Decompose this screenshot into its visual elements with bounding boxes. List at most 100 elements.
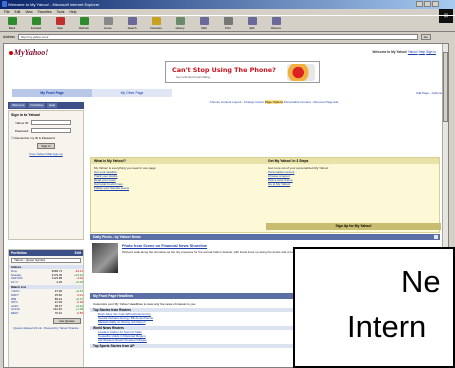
minimize-button[interactable]	[416, 1, 423, 7]
section-close-icon[interactable]	[434, 235, 438, 239]
back-arrow-icon	[7, 17, 17, 25]
quote-row: 10-Yr 4.26 +0.03	[11, 279, 83, 285]
toolbar-button-label: Edit	[249, 26, 255, 30]
favorites-icon	[151, 17, 161, 25]
subnav-left[interactable]: Choose Content Layout - Change Colors	[210, 100, 264, 104]
toolbar-button-label: History	[175, 26, 185, 30]
address-input[interactable]: http://my.yahoo.com/	[17, 34, 418, 40]
toolbar-button-label: Favorites	[150, 26, 162, 30]
ad-banner[interactable]: Can't Stop Using The Phone? Get unlimite…	[165, 61, 320, 83]
quote-sym[interactable]: 10-Yr	[11, 280, 38, 285]
portfolio-title: Portfolios	[11, 251, 27, 255]
overlay-line-2: Intern	[347, 309, 427, 344]
toolbar-button-label: Refresh	[79, 26, 89, 30]
search-icon	[127, 17, 137, 25]
signup-button[interactable]: Sign Up for My Yahoo!	[266, 223, 441, 230]
indices-label: Indices	[9, 265, 83, 269]
watchlist-table: YHOO 37.06 +0.51 MSFT 25.82 -0.11 IBM 89.24 +0.3…	[11, 290, 83, 315]
id-label: Yahoo! ID:	[15, 120, 29, 125]
toolbar-stop-button[interactable]: Stop	[52, 17, 68, 30]
toplink-signin[interactable]: Sign In	[426, 50, 436, 54]
toolbar-print-button[interactable]: Print	[220, 17, 236, 30]
remember-checkbox[interactable]: ☐ Remember my ID & Password	[11, 136, 81, 140]
left-tab-portfolios[interactable]: Portfolios	[28, 103, 45, 108]
get-quotes-button[interactable]: Get Quotes	[53, 317, 81, 324]
close-button[interactable]	[432, 1, 439, 7]
browser-toolbar: Back Forward Stop Refresh Home Search Favorite…	[0, 15, 455, 32]
left-tabs: Welcome Portfolios Help	[8, 102, 84, 109]
toolbar-discuss-button[interactable]: Discuss	[268, 17, 284, 30]
toplink-help[interactable]: Help	[419, 50, 426, 54]
toolbar-button-label: Forward	[30, 26, 42, 30]
whats-new-link[interactable]: Go to My Yahoo!	[268, 182, 436, 186]
portfolio-edit-link[interactable]: Edit	[75, 251, 81, 255]
toolbar-refresh-button[interactable]: Refresh	[76, 17, 92, 30]
quote-symbol-select[interactable]: Yahoo! - Quote Symbol	[11, 258, 81, 263]
refresh-icon	[79, 17, 89, 25]
toolbar-button-label: Back	[8, 26, 16, 30]
page-tabs: My Front Page My Other Page Add Page - O…	[12, 89, 442, 97]
news-section-title: My Front Page Headlines	[93, 294, 134, 298]
top-links: Welcome to My Yahoo! Yahoo! Help Sign In	[372, 50, 436, 54]
tab-other-page[interactable]: My Other Page	[92, 89, 172, 97]
remember-label: Remember my ID & Password	[14, 136, 55, 140]
toolbar-history-button[interactable]: History	[172, 17, 188, 30]
news-photo[interactable]	[92, 243, 118, 273]
subnav-page-options[interactable]: Page Options	[264, 100, 283, 104]
scrollbar-thumb[interactable]	[443, 52, 448, 122]
tab-links[interactable]: Add Page - Options	[416, 89, 442, 97]
toolbar-button-label: Print	[225, 26, 231, 30]
address-bar: Address http://my.yahoo.com/ Go	[0, 33, 455, 41]
welcome-text: Welcome to My Yahoo!	[372, 50, 408, 54]
password-label: Password:	[14, 128, 29, 133]
window-title: Welcome to My Yahoo! - Microsoft Interne…	[8, 2, 100, 7]
toolbar-home-button[interactable]: Home	[100, 17, 116, 30]
toolbar-mail-button[interactable]: Mail	[196, 17, 212, 30]
title-bar: Welcome to My Yahoo! - Microsoft Interne…	[0, 0, 455, 9]
quote-sym[interactable]: EBAY	[11, 311, 37, 316]
photo-headline[interactable]: Photo from Scene on Financial News Shore…	[122, 244, 207, 248]
whats-new-link[interactable]: Follow your favorite teams	[94, 186, 262, 190]
left-tab-help[interactable]: Help	[46, 103, 58, 108]
toolbar-favorites-button[interactable]: Favorites	[148, 17, 164, 30]
maximize-button[interactable]	[424, 1, 431, 7]
go-button[interactable]: Go	[420, 34, 431, 40]
toolbar-search-button[interactable]: Search	[124, 17, 140, 30]
mail-signup-link[interactable]: Free Yahoo! Mail sign-up	[11, 152, 81, 156]
toplink-yahoo[interactable]: Yahoo!	[408, 50, 418, 54]
slide-overlay-box: Ne Intern	[293, 247, 455, 368]
whats-new-box: What is My Yahoo!? Get My Yahoo! in 3 St…	[90, 157, 441, 233]
quote-val: 4.26	[56, 279, 63, 284]
password-input[interactable]	[31, 128, 71, 133]
portfolio-box: Portfolios Edit Yahoo! - Quote Symbol Ind…	[8, 249, 84, 367]
yahoo-id-input[interactable]	[31, 120, 71, 125]
subnav-right[interactable]: Personalize Content - Remove Page Ads	[284, 100, 339, 104]
mail-icon	[199, 17, 209, 25]
yahoo-logo-icon	[9, 51, 13, 55]
indices-table: Dow 9989.73 -43.14 Nasdaq 2179.36 +12.42 S&P 5…	[11, 269, 83, 285]
quote-val: 79.10	[54, 310, 63, 315]
toolbar-edit-button[interactable]: Edit	[244, 17, 260, 30]
page-subnav: Choose Content Layout - Change Colors Pa…	[114, 99, 434, 105]
toolbar-back-button[interactable]: Back	[4, 17, 20, 30]
portfolio-footer: Quotes delayed 20 min. Powered by Yahoo!…	[13, 325, 79, 330]
photo-section-title: Daily Photo - by Yahoo! News	[93, 235, 141, 239]
ad-subtitle: Get unlimited local calling	[176, 75, 211, 79]
signin-button[interactable]: Sign In	[37, 143, 55, 149]
toolbar-button-label: Search	[127, 26, 137, 30]
ad-title: Can't Stop Using The Phone?	[172, 66, 276, 74]
toolbar-button-label: Home	[104, 26, 112, 30]
watchlist-label: Watch List	[9, 285, 83, 290]
tab-front-page[interactable]: My Front Page	[12, 89, 92, 97]
ie-icon	[2, 1, 7, 7]
toolbar-forward-button[interactable]: Forward	[28, 17, 44, 30]
edit-icon	[247, 17, 257, 25]
signin-box: Sign in to Yahoo! Yahoo! ID: Password: ☐…	[8, 110, 84, 240]
home-icon	[103, 17, 113, 25]
quote-row: EBAY 79.10 -0.55	[11, 310, 83, 316]
overlay-line-1: Ne	[401, 264, 441, 299]
yahoo-logo[interactable]: MyYahoo!	[9, 48, 48, 57]
discuss-icon	[271, 17, 281, 25]
address-label: Address	[3, 35, 15, 39]
left-tab-welcome[interactable]: Welcome	[10, 103, 27, 108]
